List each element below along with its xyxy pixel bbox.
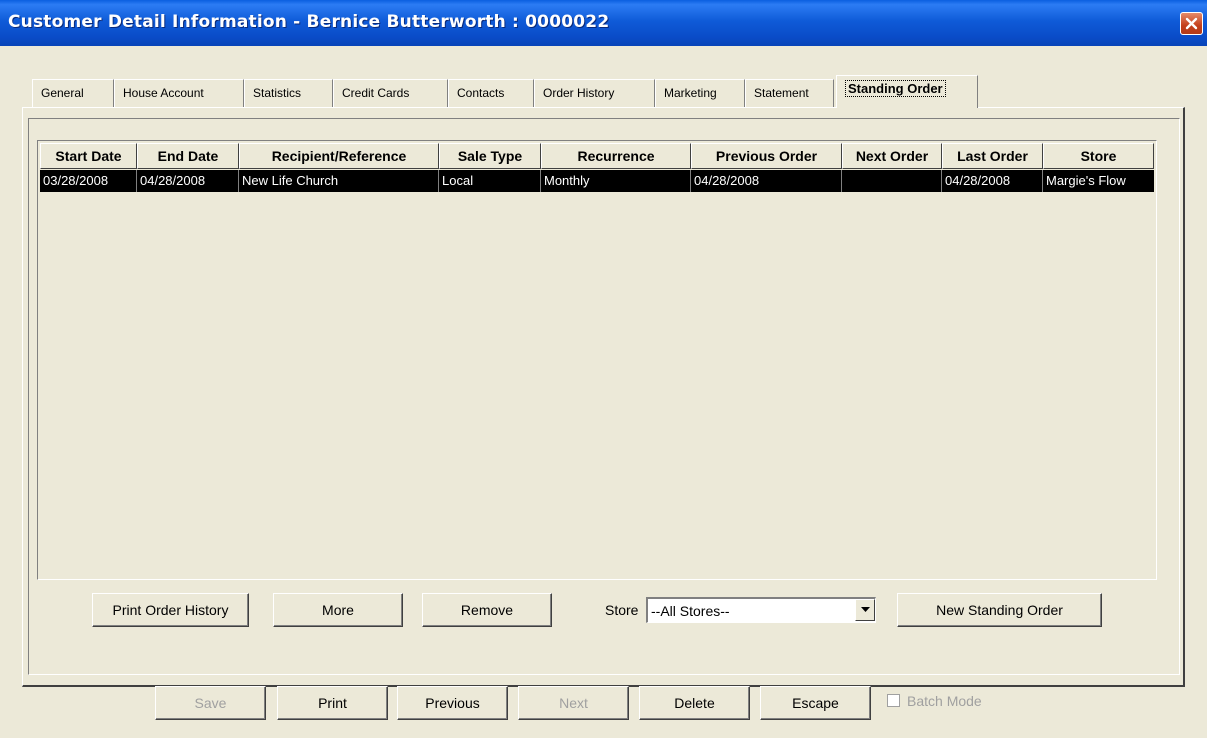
save-button[interactable]: Save <box>155 686 266 720</box>
tab-label: Statement <box>754 86 809 100</box>
column-header[interactable]: Next Order <box>842 143 942 169</box>
column-header[interactable]: Store <box>1043 143 1154 169</box>
tab-house-account[interactable]: House Account <box>114 79 244 107</box>
store-select-value: --All Stores-- <box>651 603 730 619</box>
tab-general[interactable]: General <box>32 79 114 107</box>
cell-store: Margie's Flow <box>1046 173 1126 188</box>
batch-mode-checkbox[interactable] <box>887 694 900 707</box>
window-title: Customer Detail Information - Bernice Bu… <box>8 12 610 32</box>
delete-button[interactable]: Delete <box>639 686 750 720</box>
tab-label: House Account <box>123 86 204 100</box>
chevron-down-icon <box>861 607 870 612</box>
more-button[interactable]: More <box>273 593 403 627</box>
tab-order-history[interactable]: Order History <box>534 79 655 107</box>
tab-marketing[interactable]: Marketing <box>655 79 745 107</box>
remove-button[interactable]: Remove <box>422 593 552 627</box>
cell-start-date: 03/28/2008 <box>40 170 137 192</box>
tab-label: Marketing <box>664 86 717 100</box>
cell-last-order: 04/28/2008 <box>942 170 1043 192</box>
cell-next-order <box>842 170 942 192</box>
close-button[interactable] <box>1180 12 1203 35</box>
print-order-history-button[interactable]: Print Order History <box>92 593 249 627</box>
print-button[interactable]: Print <box>277 686 388 720</box>
column-header[interactable]: Start Date <box>40 143 137 169</box>
previous-button[interactable]: Previous <box>397 686 508 720</box>
escape-button[interactable]: Escape <box>760 686 871 720</box>
table-row[interactable]: 03/28/2008 04/28/2008 New Life Church Lo… <box>40 170 1154 192</box>
column-header[interactable]: Recurrence <box>541 143 691 169</box>
column-header[interactable]: Previous Order <box>691 143 842 169</box>
tab-label: Order History <box>543 86 615 100</box>
tab-statement[interactable]: Statement <box>745 79 834 107</box>
tab-label: Contacts <box>457 86 505 100</box>
tab-statistics[interactable]: Statistics <box>244 79 333 107</box>
standing-order-grid[interactable]: Start Date End Date Recipient/Reference … <box>37 140 1157 580</box>
dropdown-button[interactable] <box>855 599 875 621</box>
tab-credit-cards[interactable]: Credit Cards <box>333 79 448 107</box>
cell-sale-type: Local <box>439 170 541 192</box>
tab-label: Standing Order <box>845 80 946 97</box>
store-select[interactable]: --All Stores-- <box>646 597 876 623</box>
cell-recipient: New Life Church <box>239 170 439 192</box>
tab-label: General <box>41 86 84 100</box>
column-header[interactable]: End Date <box>137 143 239 169</box>
column-header[interactable]: Recipient/Reference <box>239 143 439 169</box>
column-header[interactable]: Sale Type <box>439 143 541 169</box>
new-standing-order-button[interactable]: New Standing Order <box>897 593 1102 627</box>
cell-previous-order: 04/28/2008 <box>691 170 842 192</box>
tab-contacts[interactable]: Contacts <box>448 79 534 107</box>
tab-label: Credit Cards <box>342 86 410 100</box>
cell-end-date: 04/28/2008 <box>137 170 239 192</box>
batch-mode-label: Batch Mode <box>907 693 982 709</box>
tab-standing-order[interactable]: Standing Order <box>836 75 978 108</box>
store-label: Store <box>605 602 639 618</box>
close-icon <box>1185 17 1198 30</box>
cell-recurrence: Monthly <box>541 170 691 192</box>
next-button[interactable]: Next <box>518 686 629 720</box>
tab-label: Statistics <box>253 86 302 100</box>
title-bar[interactable]: Customer Detail Information - Bernice Bu… <box>0 0 1207 46</box>
column-header[interactable]: Last Order <box>942 143 1043 169</box>
